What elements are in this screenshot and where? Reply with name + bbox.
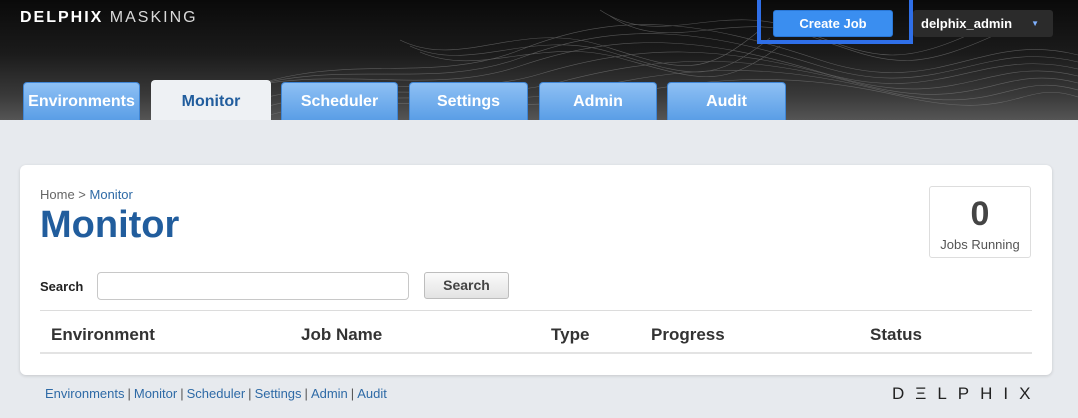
- footer-link-scheduler[interactable]: Scheduler: [187, 386, 246, 401]
- chevron-down-icon: ▼: [1031, 19, 1039, 28]
- footer-separator: |: [304, 386, 308, 401]
- jobs-running-counter: 0 Jobs Running: [929, 186, 1031, 258]
- tab-audit[interactable]: Audit: [667, 82, 786, 120]
- footer-link-audit[interactable]: Audit: [357, 386, 387, 401]
- create-job-button[interactable]: Create Job: [773, 10, 893, 37]
- brand-name: DELPHIX: [20, 9, 104, 26]
- footer-separator: |: [350, 386, 355, 401]
- tab-admin[interactable]: Admin: [539, 82, 657, 120]
- footer-separator: |: [180, 386, 184, 401]
- breadcrumb-home[interactable]: Home: [40, 187, 75, 202]
- search-input[interactable]: [97, 272, 409, 300]
- footer-separator: |: [248, 386, 252, 401]
- jobs-running-label: Jobs Running: [940, 237, 1020, 252]
- jobs-running-count: 0: [970, 195, 990, 233]
- tab-scheduler[interactable]: Scheduler: [281, 82, 398, 120]
- footer-link-settings[interactable]: Settings: [255, 386, 302, 401]
- column-header-status[interactable]: Status: [870, 325, 922, 345]
- column-header-job-name[interactable]: Job Name: [301, 325, 382, 345]
- footer-separator: |: [127, 386, 131, 401]
- breadcrumb-separator: >: [74, 187, 90, 202]
- search-button[interactable]: Search: [424, 272, 509, 299]
- breadcrumb-monitor[interactable]: Monitor: [90, 187, 133, 202]
- table-header-border: [40, 352, 1032, 354]
- tab-settings[interactable]: Settings: [409, 82, 528, 120]
- monitor-panel: Home > Monitor Monitor 0 Jobs Running Se…: [20, 165, 1052, 375]
- column-header-environment[interactable]: Environment: [51, 325, 155, 345]
- tab-environments[interactable]: Environments: [23, 82, 140, 120]
- footer-nav: Environments | Monitor | Scheduler | Settings |…: [45, 386, 387, 401]
- footer-link-admin[interactable]: Admin: [311, 386, 348, 401]
- app-logo: DELPHIX MASKING: [20, 9, 198, 27]
- table-top-divider: [40, 310, 1032, 311]
- tab-monitor[interactable]: Monitor: [151, 80, 271, 120]
- brand-product: MASKING: [109, 9, 198, 26]
- user-name: delphix_admin: [921, 16, 1013, 31]
- search-label: Search: [40, 279, 84, 294]
- breadcrumb: Home > Monitor: [40, 187, 133, 202]
- column-header-progress[interactable]: Progress: [651, 325, 725, 345]
- footer-link-monitor[interactable]: Monitor: [134, 386, 177, 401]
- column-header-type[interactable]: Type: [551, 325, 589, 345]
- page-title: Monitor: [40, 204, 180, 246]
- user-menu[interactable]: delphix_admin ▼: [913, 10, 1053, 37]
- footer-delphix-logo: DΞLPHIX: [892, 384, 1042, 403]
- footer-link-environments[interactable]: Environments: [45, 386, 124, 401]
